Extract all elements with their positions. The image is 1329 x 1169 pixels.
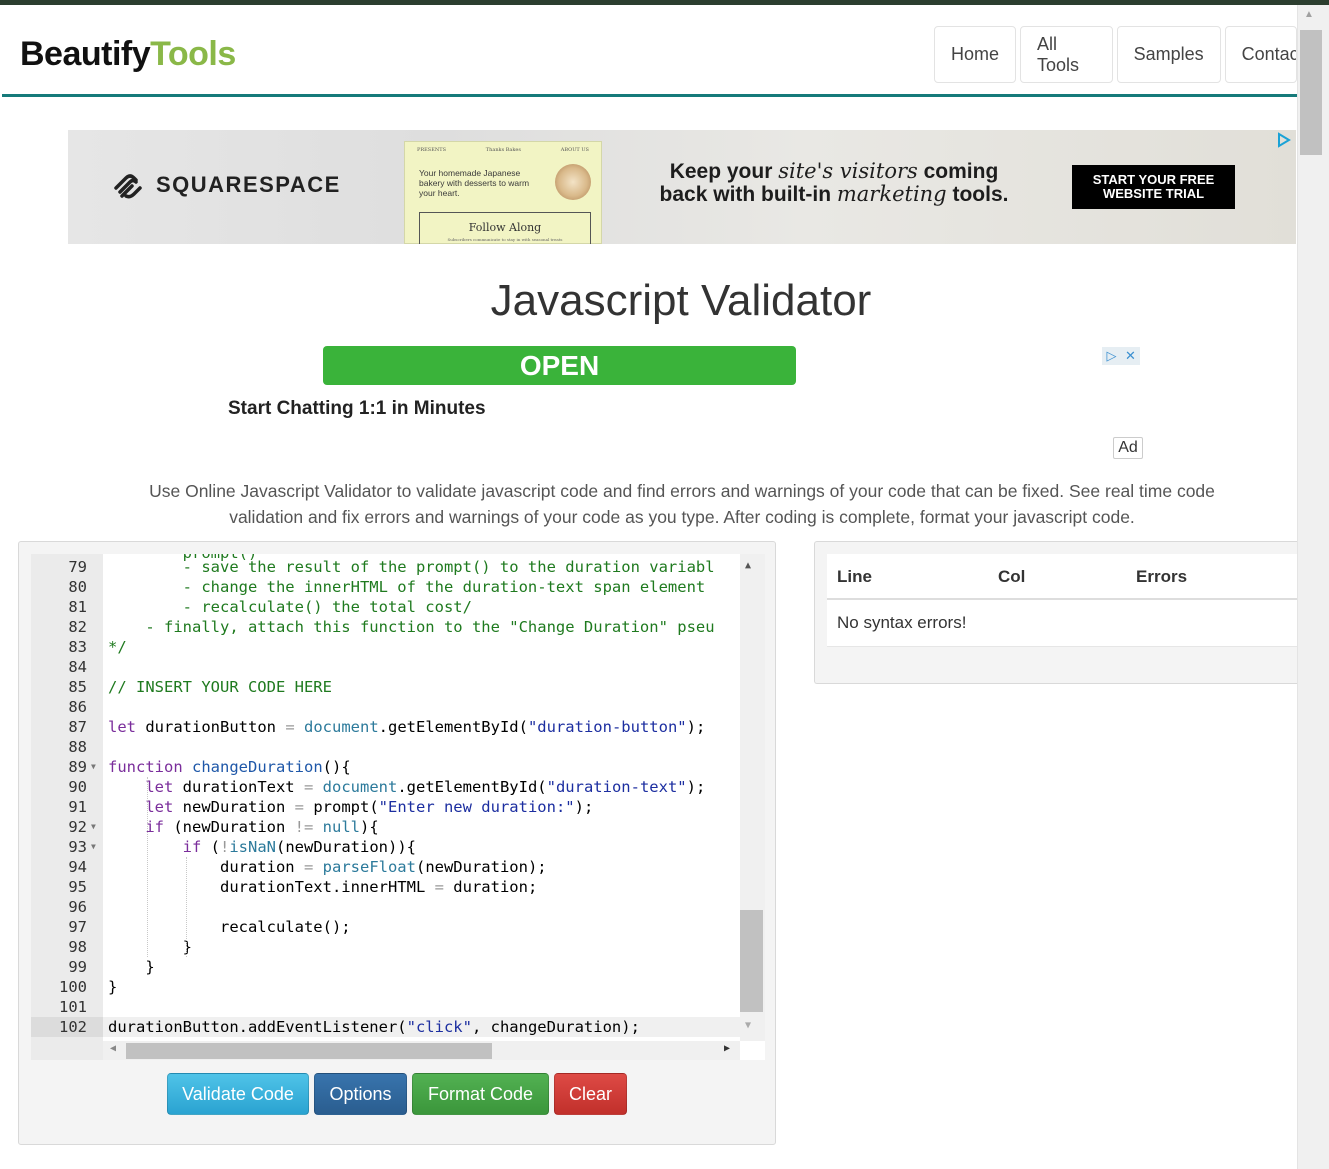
- site-header: BeautifyTools Home All Tools Samples Con…: [2, 5, 1297, 95]
- code-line: recalculate();: [108, 918, 351, 936]
- header-divider: [2, 94, 1297, 97]
- line-number: 100: [59, 978, 87, 996]
- clear-button[interactable]: Clear: [554, 1073, 627, 1115]
- ad-banner[interactable]: SQUARESPACE PRESENTS Thanks Bakes ABOUT US…: [68, 130, 1296, 244]
- ad-mockup: PRESENTS Thanks Bakes ABOUT US Your homema…: [404, 141, 602, 244]
- errors-panel: Line Col Errors No syntax errors!: [814, 541, 1298, 684]
- squarespace-mark-icon: [114, 174, 142, 199]
- line-number: 85: [68, 678, 87, 696]
- line-number: 92: [68, 818, 87, 836]
- indent-guide: [186, 857, 187, 957]
- no-errors-message: No syntax errors!: [837, 613, 967, 632]
- nav-samples[interactable]: Samples: [1116, 26, 1221, 83]
- code-line: if (newDuration != null){: [145, 818, 379, 836]
- validate-code-button[interactable]: Validate Code: [167, 1073, 309, 1115]
- line-number: 88: [68, 738, 87, 756]
- line-number: 93: [68, 838, 87, 856]
- code-line: - recalculate() the total cost/: [108, 598, 472, 616]
- line-number: 82: [68, 618, 87, 636]
- line-number: 83: [68, 638, 87, 656]
- line-number: 79: [68, 558, 87, 576]
- line-number: 86: [68, 698, 87, 716]
- close-ad-icon[interactable]: ✕: [1121, 347, 1140, 365]
- scroll-left-arrow-icon[interactable]: ◀: [110, 1043, 116, 1054]
- tool-description: Use Online Javascript Validator to valid…: [149, 481, 1215, 527]
- code-line: let durationText = document.getElementBy…: [145, 778, 706, 796]
- code-line: }: [108, 978, 118, 996]
- line-number: 90: [68, 778, 87, 796]
- scroll-up-arrow-icon[interactable]: ▲: [745, 560, 751, 571]
- code-line: durationButton.addEventListener("click",…: [108, 1018, 640, 1036]
- mock-follow-button: Follow Along Subscribers communicate to s…: [419, 212, 591, 244]
- code-line: durationText.innerHTML = duration;: [108, 878, 538, 896]
- errors-table: Line Col Errors No syntax errors!: [827, 554, 1298, 647]
- scroll-down-arrow-icon[interactable]: ▼: [745, 1020, 751, 1031]
- page-title: Javascript Validator: [490, 276, 872, 325]
- scroll-right-arrow-icon[interactable]: ▶: [724, 1043, 730, 1054]
- line-number: 84: [68, 658, 87, 676]
- fold-arrow-icon[interactable]: ▼: [91, 817, 96, 837]
- line-number: 96: [68, 898, 87, 916]
- nav-all-tools[interactable]: All Tools: [1020, 26, 1113, 83]
- page-vertical-scroll-thumb[interactable]: [1300, 30, 1322, 155]
- main-nav: Home All Tools Samples Contact: [934, 26, 1297, 83]
- code-line: }: [108, 938, 192, 956]
- code-line: - save the result of the prompt() to the…: [108, 558, 715, 576]
- fold-arrow-icon[interactable]: ▼: [91, 757, 96, 777]
- editor-vertical-scroll-thumb[interactable]: [740, 910, 763, 1012]
- errors-table-header: Line Col Errors: [827, 554, 1298, 600]
- line-number: 98: [68, 938, 87, 956]
- nav-contact[interactable]: Contact: [1224, 26, 1297, 83]
- code-line: - change the innerHTML of the duration-t…: [108, 578, 706, 596]
- line-number: 95: [68, 878, 87, 896]
- code-line: duration = parseFloat(newDuration);: [108, 858, 547, 876]
- line-number: 99: [68, 958, 87, 976]
- code-line: let newDuration = prompt("Enter new dura…: [145, 798, 594, 816]
- editor-horizontal-scroll-thumb[interactable]: [126, 1043, 492, 1059]
- viewport: { "header": { "logo_part1": "Beautify", …: [0, 0, 1329, 1169]
- editor-panel: prompt()79 - save the result of the prom…: [18, 541, 776, 1145]
- ad-controls: ▷ ✕: [1102, 347, 1140, 365]
- line-number: 91: [68, 798, 87, 816]
- indent-guide: [147, 777, 148, 957]
- line-number: 87: [68, 718, 87, 736]
- errors-table-row: No syntax errors!: [827, 600, 1298, 647]
- code-line: - finally, attach this function to the "…: [108, 618, 715, 636]
- code-editor[interactable]: prompt()79 - save the result of the prom…: [31, 554, 765, 1060]
- options-button[interactable]: Options: [314, 1073, 407, 1115]
- code-line: function changeDuration(){: [108, 758, 351, 776]
- line-number: 80: [68, 578, 87, 596]
- adchoices-icon[interactable]: [1276, 132, 1292, 153]
- line-number: 94: [68, 858, 87, 876]
- site-logo[interactable]: BeautifyTools: [20, 35, 236, 74]
- ad-text[interactable]: Start Chatting 1:1 in Minutes: [228, 398, 486, 420]
- code-line: let durationButton = document.getElement…: [108, 718, 706, 736]
- code-line: }: [108, 958, 155, 976]
- dessert-image: [555, 164, 591, 200]
- column-col: Col: [998, 567, 1026, 586]
- line-number: 102: [59, 1018, 87, 1036]
- code-line: */: [108, 638, 127, 656]
- column-line: Line: [837, 567, 872, 586]
- page-vertical-scrollbar[interactable]: [1297, 5, 1329, 1169]
- column-errors: Errors: [1136, 567, 1188, 586]
- ad-cta-button[interactable]: START YOUR FREE WEBSITE TRIAL: [1072, 165, 1235, 209]
- code-line: if (!isNaN(newDuration)){: [182, 838, 416, 856]
- line-number: 81: [68, 598, 87, 616]
- ad-headline: Keep your site's visitors coming back wi…: [659, 159, 1009, 207]
- editor-actions: Validate Code Options Format Code Clear: [167, 1073, 627, 1115]
- fold-arrow-icon[interactable]: ▼: [91, 837, 96, 857]
- line-number: 97: [68, 918, 87, 936]
- format-code-button[interactable]: Format Code: [412, 1073, 549, 1115]
- adchoices-icon[interactable]: ▷: [1102, 347, 1121, 365]
- ad-label: Ad: [1113, 437, 1143, 459]
- line-number: 101: [59, 998, 87, 1016]
- line-number: 89: [68, 758, 87, 776]
- nav-home[interactable]: Home: [934, 26, 1017, 83]
- code-line: // INSERT YOUR CODE HERE: [108, 678, 332, 696]
- page-scroll-up-arrow-icon[interactable]: ▲: [1304, 9, 1314, 20]
- ad-open-button[interactable]: OPEN: [323, 346, 796, 385]
- squarespace-logo: SQUARESPACE: [110, 170, 341, 200]
